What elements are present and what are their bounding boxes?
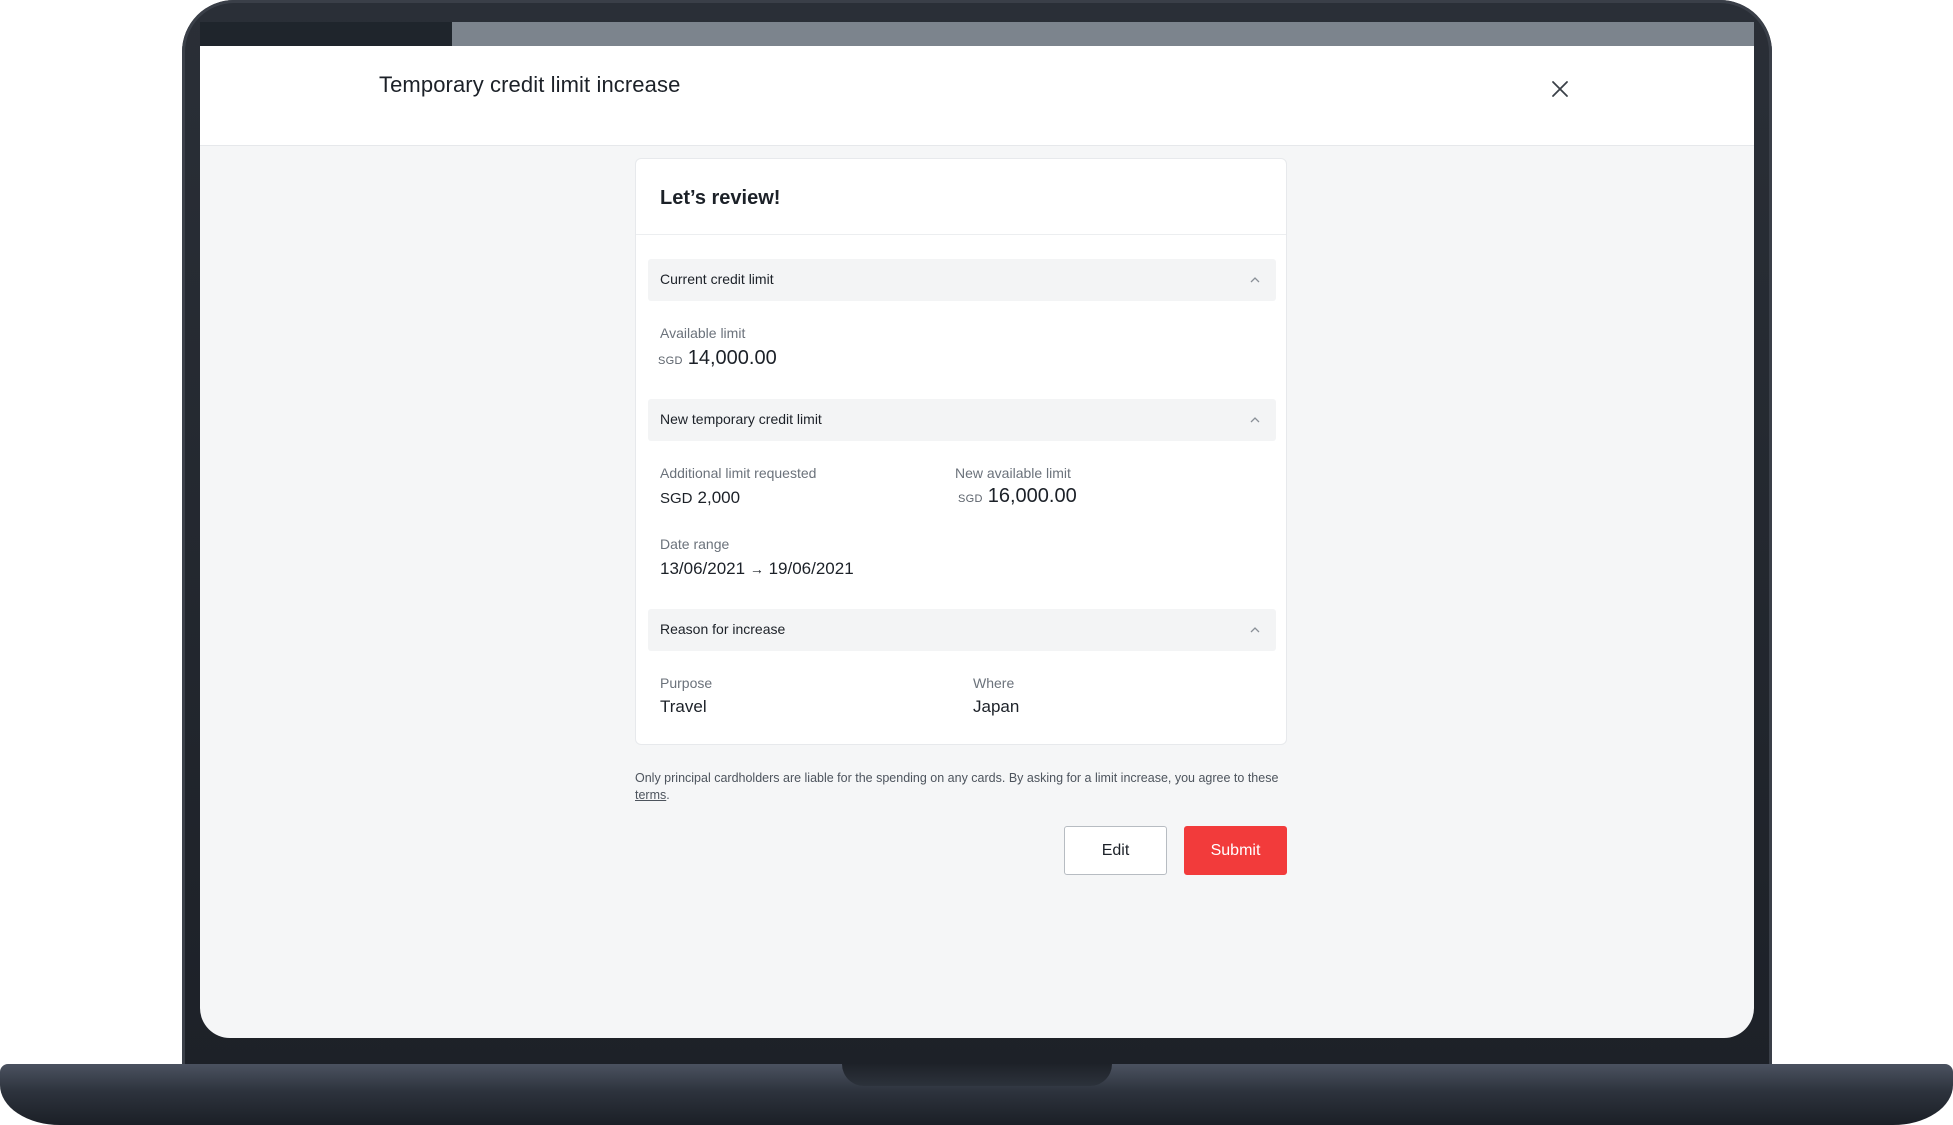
progress-bar — [200, 22, 1754, 46]
date-from: 13/06/2021 — [660, 559, 746, 578]
new-available-limit-amount: 16,000.00 — [987, 485, 1077, 507]
new-available-limit-label: New available limit — [955, 465, 1071, 481]
edit-button[interactable]: Edit — [1064, 826, 1167, 875]
where-value: Japan — [973, 697, 1020, 716]
terms-link[interactable]: terms — [635, 788, 666, 802]
date-range-value: 13/06/2021 → 19/06/2021 — [660, 559, 854, 579]
close-icon — [1552, 81, 1568, 97]
review-card-header: Let’s review! — [636, 159, 1286, 235]
laptop-screen: Temporary credit limit increase Let’s re… — [200, 22, 1754, 1038]
additional-limit-label: Additional limit requested — [660, 465, 817, 481]
chevron-up-icon — [1250, 627, 1260, 633]
review-title: Let’s review! — [660, 187, 781, 209]
review-card: Let’s review! Current credit limit Avail… — [635, 158, 1287, 745]
new-available-limit-value: SGD 16,000.00 — [958, 485, 1077, 508]
additional-limit-amount: 2,000 — [697, 488, 741, 507]
disclaimer-text: Only principal cardholders are liable fo… — [635, 770, 1295, 804]
chevron-up-icon — [1250, 417, 1260, 423]
currency-code: SGD — [958, 493, 983, 505]
additional-limit-value: SGD 2,000 — [660, 488, 740, 508]
section-label: New temporary credit limit — [660, 411, 822, 427]
currency-code: SGD — [660, 490, 693, 507]
chevron-up-icon — [1250, 277, 1260, 283]
page-title: Temporary credit limit increase — [379, 72, 681, 97]
modal-header: Temporary credit limit increase — [200, 46, 1754, 146]
section-label: Current credit limit — [660, 271, 774, 287]
progress-bar-fill — [200, 22, 452, 46]
disclaimer-end: . — [666, 788, 670, 802]
date-range-label: Date range — [660, 536, 730, 552]
section-new-temporary-credit-limit[interactable]: New temporary credit limit — [648, 399, 1276, 441]
available-limit-value: SGD 14,000.00 — [658, 347, 777, 370]
currency-code: SGD — [658, 355, 683, 367]
where-label: Where — [973, 675, 1015, 691]
purpose-value: Travel — [660, 697, 707, 716]
date-to: 19/06/2021 — [768, 559, 854, 578]
section-label: Reason for increase — [660, 621, 786, 637]
disclaimer-body: Only principal cardholders are liable fo… — [635, 771, 1279, 785]
close-button[interactable] — [1545, 74, 1575, 104]
submit-button[interactable]: Submit — [1184, 826, 1287, 875]
purpose-label: Purpose — [660, 675, 713, 691]
available-limit-amount: 14,000.00 — [687, 347, 777, 369]
section-current-credit-limit[interactable]: Current credit limit — [648, 259, 1276, 301]
available-limit-label: Available limit — [660, 325, 746, 341]
laptop-notch — [842, 1064, 1112, 1086]
section-reason-for-increase[interactable]: Reason for increase — [648, 609, 1276, 651]
arrow-right-icon: → — [749, 561, 764, 577]
